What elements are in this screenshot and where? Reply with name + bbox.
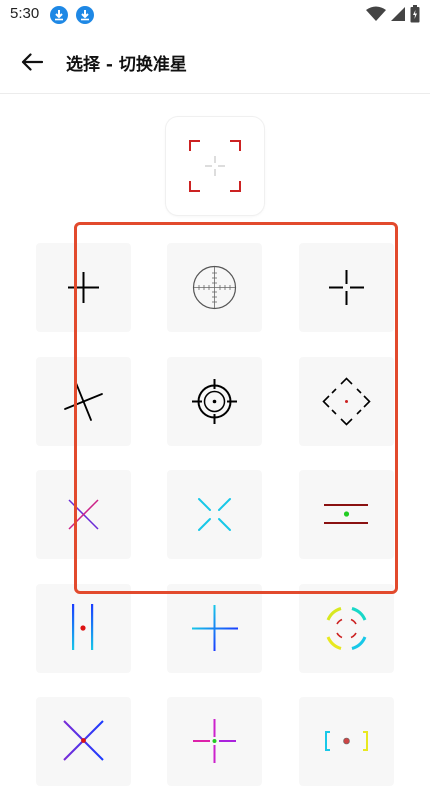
app-bar: 选择 - 切换准星 bbox=[0, 30, 430, 94]
target-reticle-crosshair-icon bbox=[192, 379, 237, 424]
arrow-left-icon bbox=[21, 53, 43, 71]
crosshair-option-plus-gap[interactable] bbox=[299, 243, 394, 332]
download-icon bbox=[76, 6, 94, 24]
download-icon bbox=[50, 6, 68, 24]
corner-brackets-crosshair-icon bbox=[189, 140, 241, 192]
gradient-x-dot-crosshair-icon bbox=[63, 720, 104, 761]
back-button[interactable] bbox=[14, 44, 50, 80]
purple-x-crosshair-icon bbox=[68, 499, 99, 530]
color-ring-crosshair-icon bbox=[326, 607, 367, 650]
selected-crosshair-preview bbox=[166, 117, 264, 215]
crosshair-option-dashed-diamond[interactable] bbox=[299, 357, 394, 446]
crosshair-option-pinwheel[interactable] bbox=[36, 357, 131, 446]
scope-circle-crosshair-icon bbox=[192, 265, 237, 310]
pinwheel-crosshair-icon bbox=[64, 382, 103, 421]
dashed-diamond-crosshair-icon bbox=[322, 377, 371, 426]
crosshair-option-magenta-plus[interactable] bbox=[167, 697, 262, 786]
magenta-plus-crosshair-icon bbox=[193, 719, 236, 763]
crosshair-option-purple-x[interactable] bbox=[36, 470, 131, 559]
crosshair-option-plus[interactable] bbox=[36, 243, 131, 332]
crosshair-option-gradient-x-dot[interactable] bbox=[36, 697, 131, 786]
page-title: 选择 - 切换准星 bbox=[66, 55, 187, 75]
crosshair-option-bracket-dot[interactable] bbox=[299, 697, 394, 786]
crosshair-option-double-lines-dot[interactable] bbox=[299, 470, 394, 559]
crosshair-option-vertical-bars-dot[interactable] bbox=[36, 584, 131, 673]
crosshair-option-color-ring[interactable] bbox=[299, 584, 394, 673]
battery-icon bbox=[410, 5, 420, 23]
signal-icon bbox=[391, 7, 405, 21]
crosshair-option-cyan-x-gap[interactable] bbox=[167, 470, 262, 559]
double-lines-dot-crosshair-icon bbox=[324, 504, 368, 524]
status-bar: 5:30 bbox=[0, 0, 430, 30]
status-time: 5:30 bbox=[10, 5, 40, 22]
plus-crosshair-icon bbox=[68, 272, 99, 303]
cyan-x-gap-crosshair-icon bbox=[198, 498, 231, 531]
vertical-bars-dot-crosshair-icon bbox=[72, 604, 94, 650]
wifi-icon bbox=[366, 6, 386, 21]
crosshair-option-target-reticle[interactable] bbox=[167, 357, 262, 446]
crosshair-option-gradient-plus[interactable] bbox=[167, 584, 262, 673]
gradient-plus-crosshair-icon bbox=[192, 605, 238, 651]
bracket-dot-crosshair-icon bbox=[325, 731, 368, 751]
crosshair-option-scope-circle[interactable] bbox=[167, 243, 262, 332]
plus-gap-crosshair-icon bbox=[329, 270, 364, 305]
